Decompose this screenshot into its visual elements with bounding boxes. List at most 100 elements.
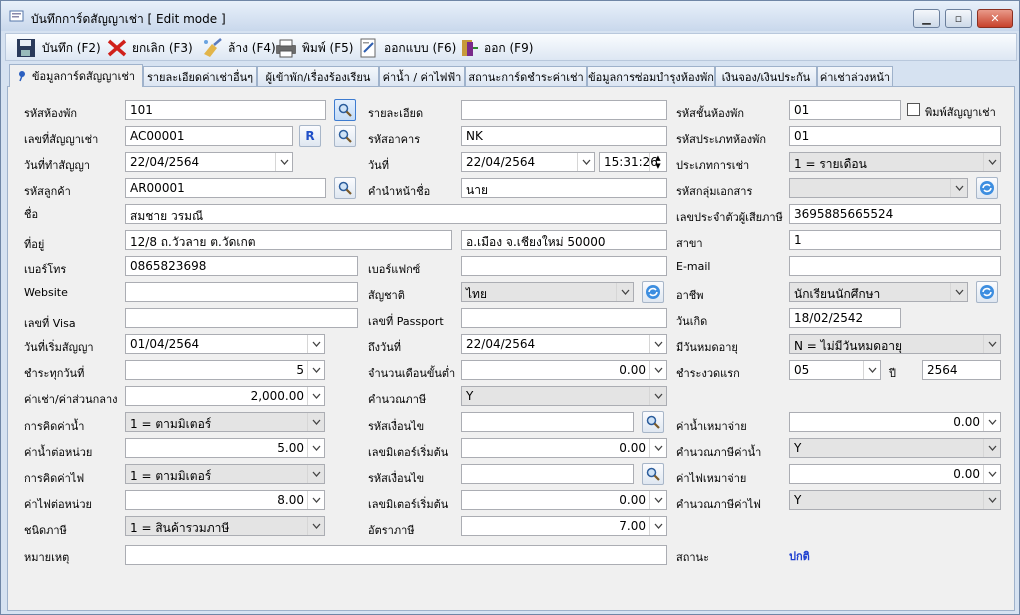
- chevron-down-icon[interactable]: [983, 153, 1000, 171]
- chevron-down-icon[interactable]: [275, 153, 292, 171]
- design-button[interactable]: ออกแบบ (F6): [358, 37, 456, 59]
- r-button[interactable]: R: [299, 125, 321, 147]
- chevron-down-icon[interactable]: [649, 387, 666, 405]
- water-tax-select[interactable]: Y: [789, 438, 1001, 458]
- chevron-down-icon[interactable]: [950, 283, 967, 301]
- water-condition-search-button[interactable]: [642, 411, 664, 433]
- water-calc-select[interactable]: 1 = ตามมิเตอร์: [125, 412, 325, 432]
- chevron-down-icon[interactable]: [649, 439, 666, 457]
- tab-deposit[interactable]: เงินจอง/เงินประกัน: [715, 66, 817, 86]
- chevron-down-icon[interactable]: [307, 335, 324, 353]
- first-period-select[interactable]: 05: [789, 360, 881, 380]
- elec-lump-select[interactable]: 0.00: [789, 464, 1001, 484]
- birthdate-field[interactable]: 18/02/2542: [789, 308, 901, 328]
- visa-field[interactable]: [125, 308, 358, 328]
- minimize-button[interactable]: ▁: [913, 9, 940, 28]
- contract-date-picker[interactable]: 22/04/2564: [125, 152, 293, 172]
- customer-code-field[interactable]: AR00001: [125, 178, 326, 198]
- floor-code-field[interactable]: 01: [789, 100, 901, 120]
- branch-field[interactable]: 1: [789, 230, 1001, 250]
- end-date-picker[interactable]: 22/04/2564: [461, 334, 667, 354]
- nationality-select[interactable]: ไทย: [461, 282, 634, 302]
- fax-field[interactable]: [461, 256, 667, 276]
- rent-fee-select[interactable]: 2,000.00: [125, 386, 325, 406]
- chevron-down-icon[interactable]: [307, 361, 324, 379]
- water-unit-select[interactable]: 5.00: [125, 438, 325, 458]
- room-code-field[interactable]: 101: [125, 100, 326, 120]
- year-field[interactable]: 2564: [922, 360, 1001, 380]
- chevron-down-icon[interactable]: [649, 517, 666, 535]
- occupation-select[interactable]: นักเรียนนักศึกษา: [789, 282, 968, 302]
- tab-payment-status[interactable]: สถานะการ์ดชำระค่าเช่า: [465, 66, 587, 86]
- customer-search-button[interactable]: [334, 177, 356, 199]
- doc-group-select[interactable]: [789, 178, 968, 198]
- print-contract-checkbox[interactable]: [907, 103, 920, 116]
- chevron-down-icon[interactable]: [983, 491, 1000, 509]
- elec-meter-start-select[interactable]: 0.00: [461, 490, 667, 510]
- chevron-down-icon[interactable]: [616, 283, 633, 301]
- room-type-code-field[interactable]: 01: [789, 126, 1001, 146]
- chevron-down-icon[interactable]: [950, 179, 967, 197]
- min-months-select[interactable]: 0.00: [461, 360, 667, 380]
- contract-no-field[interactable]: AC00001: [125, 126, 293, 146]
- has-expiry-select[interactable]: N = ไม่มีวันหมดอายุ: [789, 334, 1001, 354]
- chevron-down-icon[interactable]: [307, 491, 324, 509]
- start-date-picker[interactable]: 01/04/2564: [125, 334, 325, 354]
- chevron-down-icon[interactable]: [307, 439, 324, 457]
- chevron-down-icon[interactable]: [307, 465, 324, 483]
- phone-field[interactable]: 0865823698: [125, 256, 358, 276]
- name-field[interactable]: สมชาย วรมณี: [125, 204, 667, 224]
- website-field[interactable]: [125, 282, 358, 302]
- elec-condition-field[interactable]: [461, 464, 634, 484]
- occupation-refresh-button[interactable]: [976, 281, 998, 303]
- chevron-down-icon[interactable]: [983, 439, 1000, 457]
- cancel-button[interactable]: ยกเลิก (F3): [106, 37, 193, 59]
- room-search-button[interactable]: [334, 99, 356, 121]
- water-meter-start-select[interactable]: 0.00: [461, 438, 667, 458]
- time-spinner[interactable]: 15:31:26 ▲ ▼: [599, 152, 667, 172]
- passport-field[interactable]: [461, 308, 667, 328]
- tab-maintenance[interactable]: ข้อมูลการซ่อมบำรุงห้องพัก: [587, 66, 715, 86]
- close-button[interactable]: ✕: [977, 9, 1013, 28]
- tax-rate-select[interactable]: 7.00: [461, 516, 667, 536]
- maximize-button[interactable]: ▫: [945, 9, 972, 28]
- water-lump-select[interactable]: 0.00: [789, 412, 1001, 432]
- tab-other-rent-details[interactable]: รายละเอียดค่าเช่าอื่นๆ: [143, 66, 257, 86]
- remark-field[interactable]: [125, 545, 667, 565]
- chevron-down-icon[interactable]: [983, 335, 1000, 353]
- clear-button[interactable]: ล้าง (F4): [200, 37, 276, 59]
- elec-tax-select[interactable]: Y: [789, 490, 1001, 510]
- rent-type-select[interactable]: 1 = รายเดือน: [789, 152, 1001, 172]
- building-code-field[interactable]: NK: [461, 126, 667, 146]
- print-button[interactable]: พิมพ์ (F5): [274, 37, 353, 59]
- calc-tax-select[interactable]: Y: [461, 386, 667, 406]
- exit-button[interactable]: ออก (F9): [458, 37, 533, 59]
- save-button[interactable]: บันทึก (F2): [16, 37, 101, 59]
- elec-unit-select[interactable]: 8.00: [125, 490, 325, 510]
- doc-group-refresh-button[interactable]: [976, 177, 998, 199]
- detail-field[interactable]: [461, 100, 667, 120]
- address-line1-field[interactable]: 12/8 ถ.วัวลาย ต.วัดเกต: [125, 230, 452, 250]
- tab-contract-info[interactable]: ข้อมูลการ์ดสัญญาเช่า: [9, 64, 143, 87]
- email-field[interactable]: [789, 256, 1001, 276]
- contract-search-button[interactable]: [334, 125, 356, 147]
- pay-every-select[interactable]: 5: [125, 360, 325, 380]
- chevron-down-icon[interactable]: [983, 413, 1000, 431]
- chevron-down-icon[interactable]: [577, 153, 594, 171]
- chevron-down-icon[interactable]: [863, 361, 880, 379]
- prefix-field[interactable]: นาย: [461, 178, 667, 198]
- nationality-refresh-button[interactable]: [642, 281, 664, 303]
- tab-water-electricity[interactable]: ค่าน้ำ / ค่าไฟฟ้า: [379, 66, 465, 86]
- chevron-down-icon[interactable]: [307, 413, 324, 431]
- chevron-down-icon[interactable]: [983, 465, 1000, 483]
- elec-condition-search-button[interactable]: [642, 463, 664, 485]
- address-line2-field[interactable]: อ.เมือง จ.เชียงใหม่ 50000: [461, 230, 667, 250]
- chevron-down-icon[interactable]: [649, 335, 666, 353]
- spin-arrows-icon[interactable]: ▲ ▼: [649, 153, 666, 171]
- tab-tenants-complaints[interactable]: ผู้เข้าพัก/เรื่องร้องเรียน: [257, 66, 379, 86]
- water-condition-field[interactable]: [461, 412, 634, 432]
- chevron-down-icon[interactable]: [649, 491, 666, 509]
- date-picker[interactable]: 22/04/2564: [461, 152, 595, 172]
- tax-type-select[interactable]: 1 = สินค้ารวมภาษี: [125, 516, 325, 536]
- elec-calc-select[interactable]: 1 = ตามมิเตอร์: [125, 464, 325, 484]
